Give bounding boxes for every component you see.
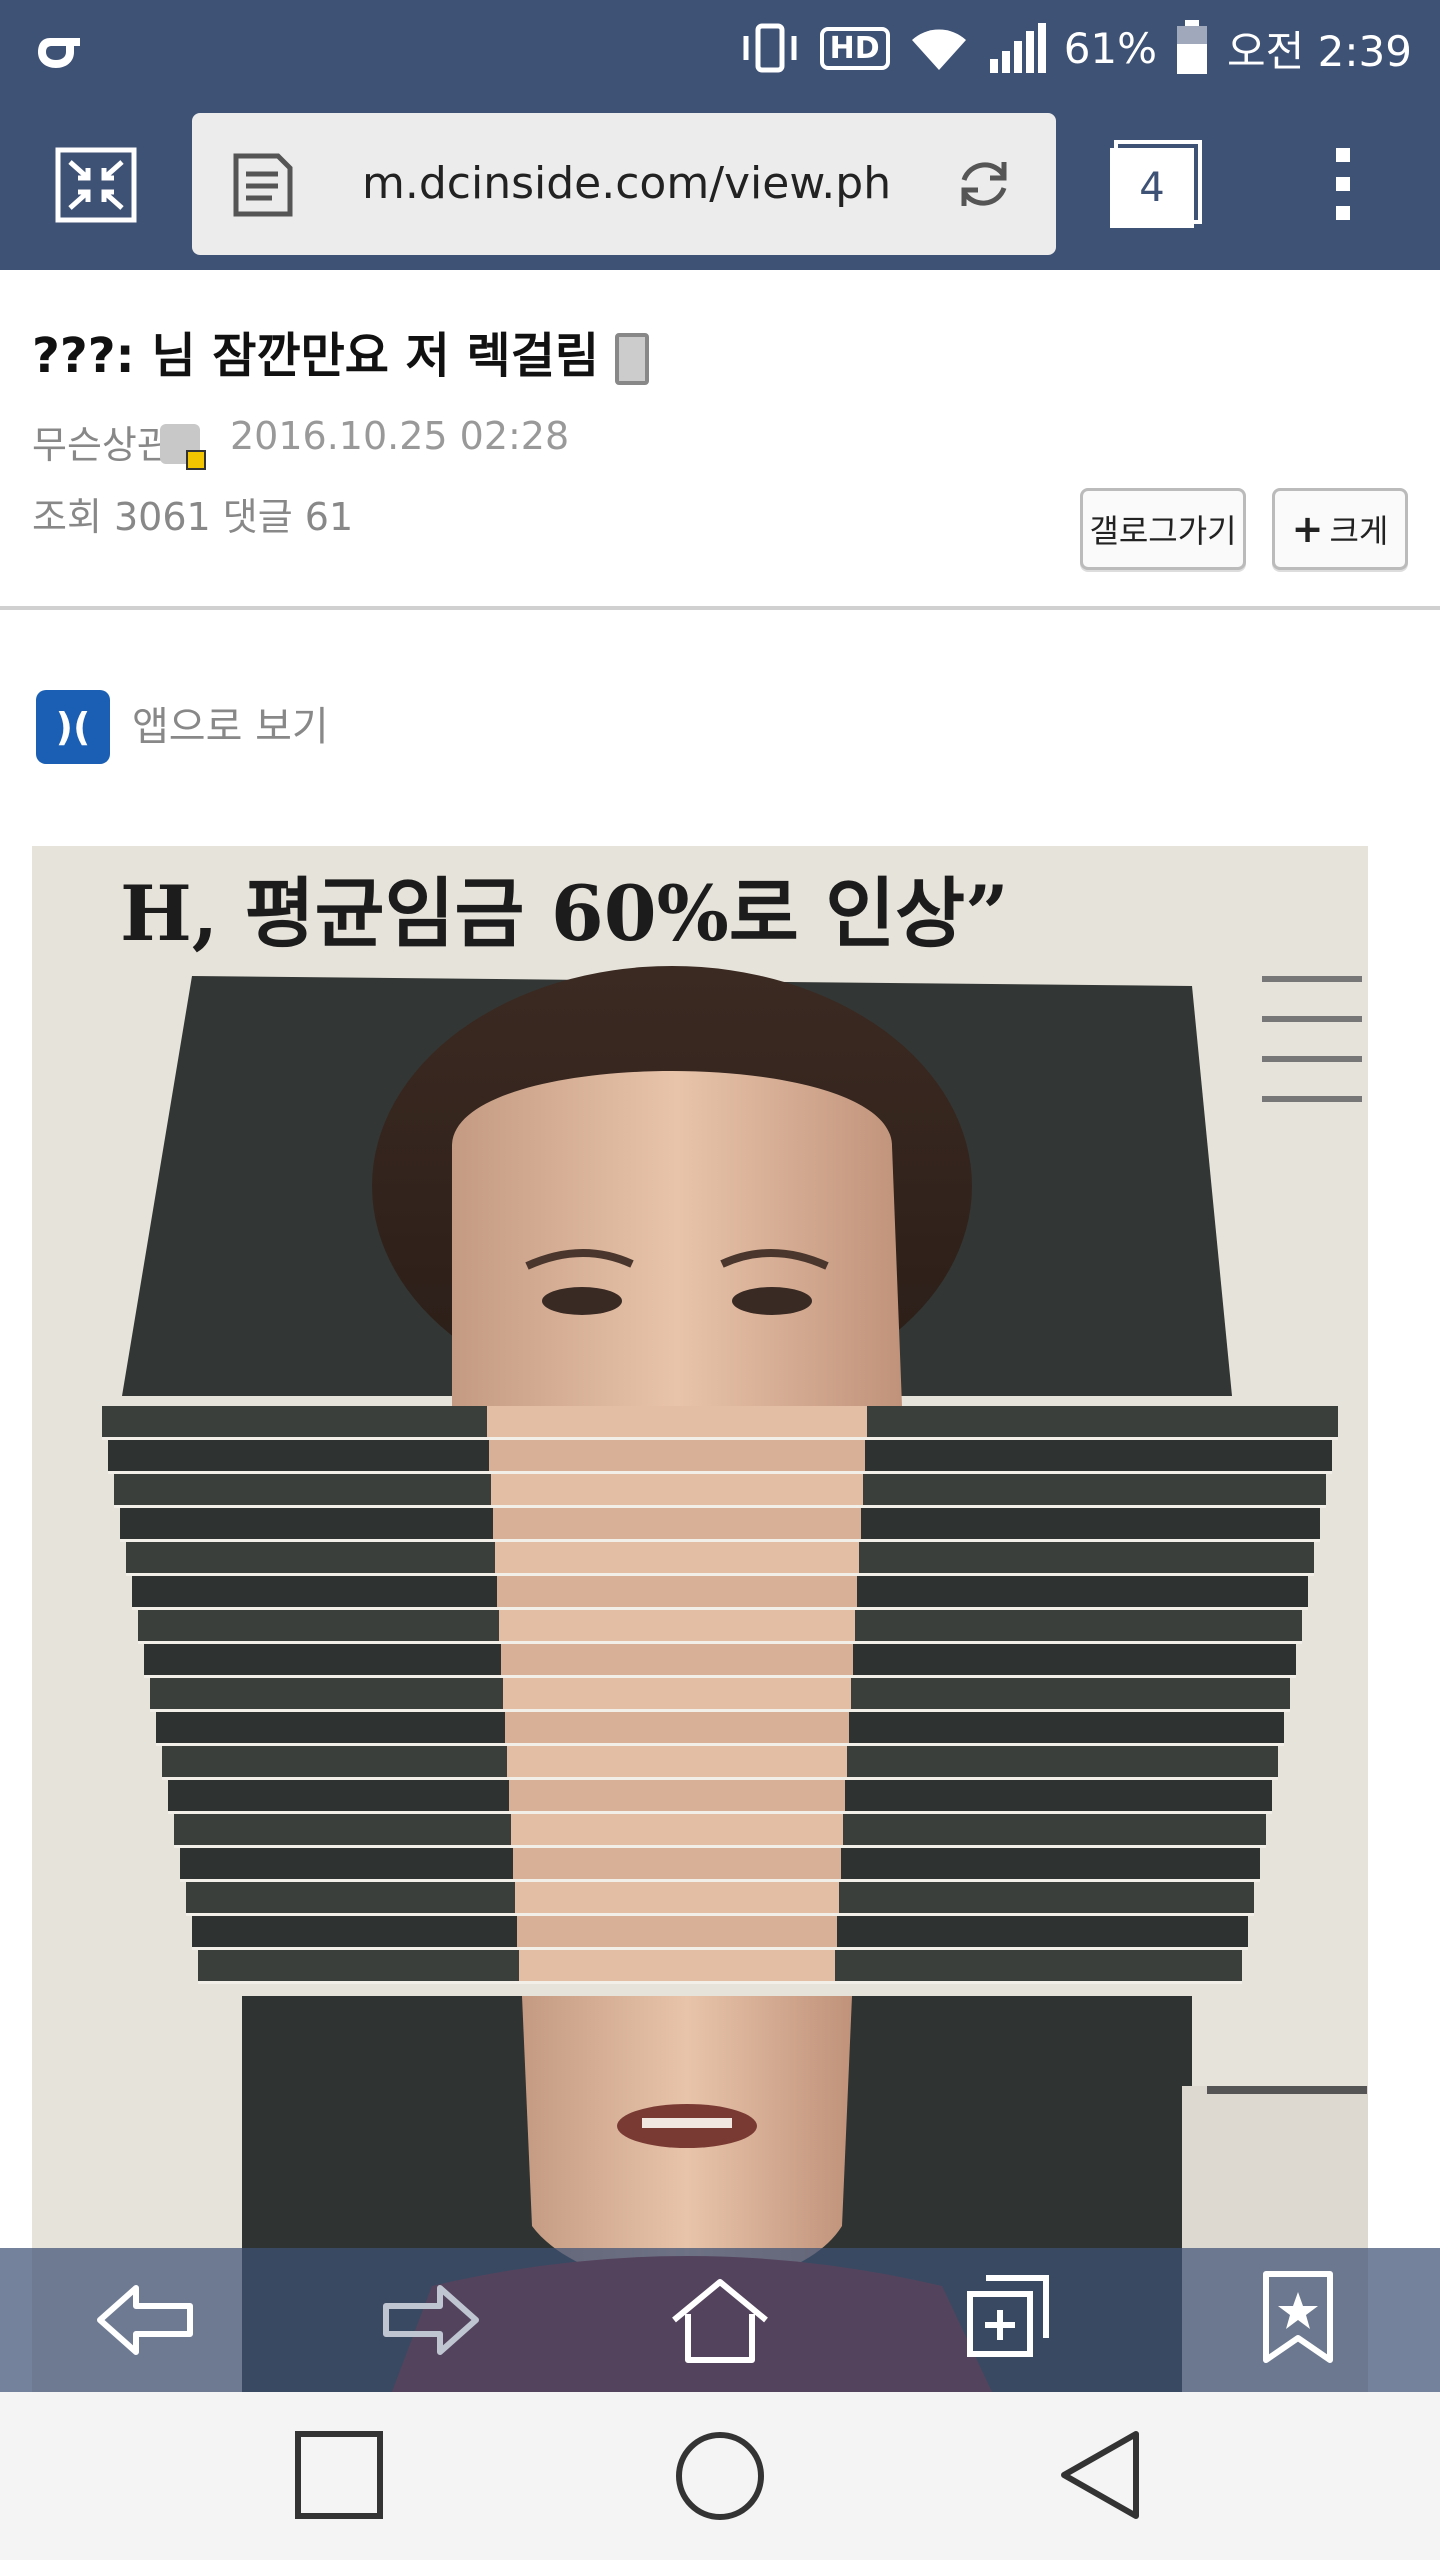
- fold-face: [517, 1916, 837, 1950]
- fold-edge: [132, 1607, 1308, 1610]
- minimize-icon[interactable]: [54, 146, 138, 224]
- fold-edge: [150, 1709, 1290, 1712]
- fold-edge: [114, 1505, 1326, 1508]
- fold-face: [493, 1508, 861, 1542]
- fold-face: [501, 1644, 853, 1678]
- wifi-icon: [911, 29, 966, 70]
- gallog-icon[interactable]: [160, 424, 206, 470]
- battery-percent: 61%: [1063, 23, 1158, 73]
- fold-face: [513, 1848, 841, 1882]
- page-icon: [233, 153, 293, 217]
- fold-face: [509, 1780, 845, 1814]
- app-logo-icon[interactable]: )(: [36, 690, 110, 764]
- hd-voice-icon: HD: [819, 26, 890, 70]
- fold-edge: [174, 1845, 1266, 1848]
- more-menu-icon[interactable]: [1328, 144, 1358, 224]
- gallog-button[interactable]: 갤로그가기: [1080, 488, 1246, 570]
- status-bar: HD 61% 오전 2:39: [0, 0, 1440, 96]
- vibrate-icon: [743, 23, 797, 73]
- post-datetime: 2016.10.25 02:28: [230, 414, 570, 458]
- back-nav-icon[interactable]: [1058, 2428, 1142, 2522]
- home-icon[interactable]: [668, 2276, 772, 2364]
- battery-icon: [1177, 20, 1208, 74]
- fold-edge: [120, 1539, 1320, 1542]
- signal-icon: [989, 23, 1046, 73]
- fold-edge: [144, 1675, 1296, 1678]
- enlarge-label: 크게: [1329, 512, 1389, 550]
- fold-face: [505, 1712, 849, 1746]
- fold-face: [489, 1440, 865, 1474]
- newspaper-photo: [32, 846, 1368, 2392]
- fold-edge: [198, 1981, 1242, 1984]
- post-stats: 조회 3061 댓글 61: [32, 495, 354, 539]
- new-tab-icon[interactable]: [966, 2274, 1050, 2358]
- enlarge-button[interactable]: + 크게: [1272, 488, 1408, 570]
- recent-apps-icon[interactable]: [294, 2430, 384, 2520]
- fold-face: [499, 1610, 855, 1644]
- back-arrow-icon[interactable]: [96, 2282, 196, 2358]
- bookmark-icon[interactable]: [1260, 2270, 1336, 2364]
- fold-edge: [162, 1777, 1278, 1780]
- fold-edge: [138, 1641, 1302, 1644]
- fold-edge: [192, 1947, 1248, 1950]
- mobile-post-icon: [615, 333, 650, 385]
- fold-face: [515, 1882, 839, 1916]
- post-title-text: ???: 님 잠깐만요 저 렉걸림: [32, 328, 600, 384]
- post-title: ???: 님 잠깐만요 저 렉걸림: [32, 316, 650, 386]
- fold-edge: [126, 1573, 1314, 1576]
- fold-face: [511, 1814, 843, 1848]
- tab-count-button[interactable]: 4: [1110, 148, 1194, 228]
- fold-face: [491, 1474, 863, 1508]
- fold-edge: [180, 1879, 1260, 1882]
- fold-edge: [168, 1811, 1272, 1814]
- plus-icon: +: [1291, 507, 1324, 551]
- post-image: [32, 846, 1368, 2392]
- url-text[interactable]: m.dcinside.com/view.php?id: [362, 158, 892, 209]
- author-name[interactable]: 무슨상관: [32, 414, 172, 469]
- fold-face: [495, 1542, 859, 1576]
- home-nav-icon[interactable]: [674, 2430, 766, 2522]
- fold-edge: [186, 1913, 1254, 1916]
- refresh-icon[interactable]: [954, 154, 1014, 214]
- app-notification-icon: [38, 30, 80, 68]
- header-divider: [0, 606, 1440, 610]
- fold-face: [497, 1576, 857, 1610]
- fold-edge: [108, 1471, 1332, 1474]
- forward-arrow-icon[interactable]: [380, 2282, 480, 2358]
- fold-face: [487, 1406, 867, 1440]
- fold-face: [507, 1746, 847, 1780]
- fold-face: [503, 1678, 851, 1712]
- fold-edge: [102, 1437, 1338, 1440]
- fold-edge: [156, 1743, 1284, 1746]
- fold-face: [519, 1950, 835, 1984]
- app-view-link[interactable]: 앱으로 보기: [132, 694, 329, 752]
- newspaper-headline: H, 평균임금 60%로 인상”: [120, 869, 1009, 958]
- clock: 오전 2:39: [1227, 26, 1412, 76]
